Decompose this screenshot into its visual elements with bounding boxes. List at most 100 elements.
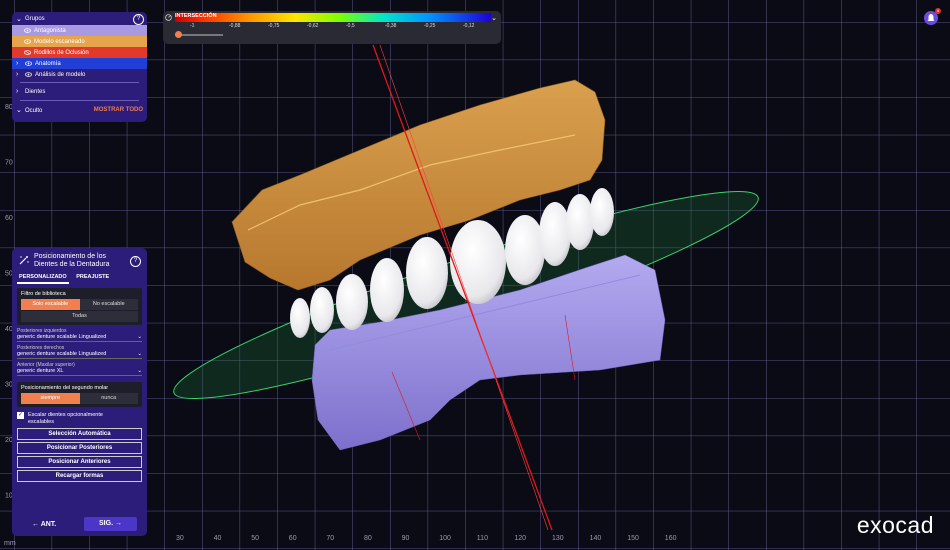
x-axis-label: 90 [402,535,410,542]
tooth[interactable] [336,274,368,330]
second-molar-never-button[interactable]: nunca [79,393,138,404]
color-scale-bar [175,13,491,22]
scale-tick-label: -0,12 [463,23,475,29]
group-item-anatomy[interactable]: › Anatomía [12,58,147,69]
tooth[interactable] [539,202,571,266]
tooth[interactable] [566,194,594,250]
x-axis-label: 70 [326,535,334,542]
chevron-right-icon[interactable]: › [16,71,25,78]
x-axis-label: 80 [364,535,372,542]
library-filter-section: Filtro de biblioteca Solo escalable No e… [17,288,142,325]
eye-icon[interactable] [24,28,31,33]
ruler-unit: mm [4,540,16,547]
position-posteriors-button[interactable]: Posicionar Posteriores [17,442,142,454]
post-left-select-group: Posteriores izquierdos generic denture s… [17,328,142,342]
threshold-slider-track[interactable] [175,34,223,36]
scale-tick-label: -0,5 [346,23,355,29]
filter-all-button[interactable]: Todas [21,311,138,322]
filter-scalable-button[interactable]: Solo escalable [21,299,80,310]
x-axis-label: 160 [665,535,677,542]
x-axis-label: 150 [627,535,639,542]
chevron-right-icon[interactable]: › [16,60,25,67]
eye-icon[interactable] [25,61,32,66]
arrow-right-icon: → [114,520,122,527]
scale-tick-label: -0,38 [385,23,397,29]
chevron-down-icon[interactable]: ⌄ [16,106,25,114]
threshold-slider-handle[interactable] [175,31,182,38]
library-filter-label: Filtro de biblioteca [21,291,66,297]
y-axis-label: 70 [5,160,13,167]
second-molar-always-button[interactable]: siempre [21,393,80,404]
eye-hidden-icon[interactable] [24,50,31,55]
chevron-down-icon: ⌄ [137,351,142,357]
group-item-label: Modelo escaneado [34,38,85,45]
show-all-button[interactable]: MOSTRAR TODO [94,107,143,113]
magic-wand-icon [19,256,29,265]
arrow-left-icon: ← [32,521,39,528]
tooth[interactable] [310,287,334,333]
tooth[interactable] [370,258,404,322]
group-item-label: Rodillos de Oclusión [34,49,89,56]
group-item-occlusion-rims[interactable]: Rodillos de Oclusión [12,47,147,58]
position-anteriors-button[interactable]: Posicionar Anteriores [17,456,142,468]
chevron-down-icon: ⌄ [137,334,142,340]
scale-tick-label: -1 [190,23,195,29]
post-right-select[interactable]: generic denture scalable Lingualized ⌄ [17,351,142,359]
post-left-select[interactable]: generic denture scalable Lingualized ⌄ [17,334,142,342]
group-hidden[interactable]: ⌄ Oculto MOSTRAR TODO [12,103,147,116]
tooth[interactable] [450,220,506,304]
prev-button[interactable]: ← ANT. [32,521,56,528]
y-axis-label: 60 [5,215,13,222]
x-axis-label: 120 [514,535,526,542]
post-right-select-group: Posteriores derechos generic denture sca… [17,345,142,359]
scale-teeth-checkbox[interactable]: ✓ [17,412,24,419]
groups-header[interactable]: ⌄ Grupos [12,12,147,25]
group-teeth-label: Dientes [25,88,46,95]
scale-tick-label: -0,75 [268,23,280,29]
x-axis-label: 40 [214,535,222,542]
tooth[interactable] [406,237,448,309]
x-axis-label: 140 [590,535,602,542]
x-axis-label: 50 [251,535,259,542]
scale-teeth-checkbox-row[interactable]: ✓ Escalar dientes opcionalmente escalabl… [17,412,142,425]
second-molar-label: Posicionamiento del segundo molar [21,385,109,391]
x-axis-label: 100 [439,535,451,542]
exocad-logo: exocad [856,512,934,538]
gauge-icon[interactable] [165,14,172,21]
groups-title: Grupos [25,15,45,22]
panel-title: Posicionamiento de los Dientes de la Den… [34,253,110,268]
anterior-select-group: Anterior (Maxilar superior) generic dent… [17,362,142,376]
help-icon[interactable]: ? [133,14,144,25]
intersection-toolbar: INTERSECCIÓN -1 -0,88 -0,75 -0,62 -0,5 -0,38 -… [163,11,501,44]
group-item-model-analysis[interactable]: › Análisis de modelo [12,69,147,80]
chevron-down-icon[interactable]: ⌄ [491,14,497,22]
anterior-select[interactable]: generic denture XL ⌄ [17,368,142,376]
group-teeth[interactable]: › Dientes [12,85,147,98]
help-icon[interactable]: ? [130,256,141,267]
scale-tick-label: -0,25 [424,23,436,29]
filter-nonscalable-button[interactable]: No escalable [79,299,138,310]
notification-bell-icon[interactable]: 4 [924,8,941,25]
notification-badge: 4 [935,8,941,14]
tooth[interactable] [290,298,310,338]
chevron-down-icon[interactable]: ⌄ [16,15,25,23]
second-molar-section: Posicionamiento del segundo molar siempr… [17,382,142,407]
tab-preset[interactable]: PREAJUSTE [74,274,111,282]
chevron-right-icon[interactable]: › [16,88,25,95]
group-hidden-label: Oculto [25,107,43,114]
scale-tick-label: -0,62 [307,23,319,29]
x-axis-label: 60 [289,535,297,542]
auto-select-button[interactable]: Selección Automática [17,428,142,440]
group-item-scanned-model[interactable]: Modelo escaneado [12,36,147,47]
group-item-label: Anatomía [35,60,61,67]
eye-icon[interactable] [24,39,31,44]
eye-icon[interactable] [25,72,32,77]
tab-custom[interactable]: PERSONALIZADO [17,274,69,284]
group-item-antagonist[interactable]: Antagonista [12,25,147,36]
next-button[interactable]: SIG. → [84,517,137,531]
group-item-label: Análisis de modelo [35,71,86,78]
tooth[interactable] [505,215,545,285]
tooth[interactable] [590,188,614,236]
reload-shapes-button[interactable]: Recargar formas [17,470,142,482]
scale-teeth-label: Escalar dientes opcionalmente escalables [28,412,103,425]
